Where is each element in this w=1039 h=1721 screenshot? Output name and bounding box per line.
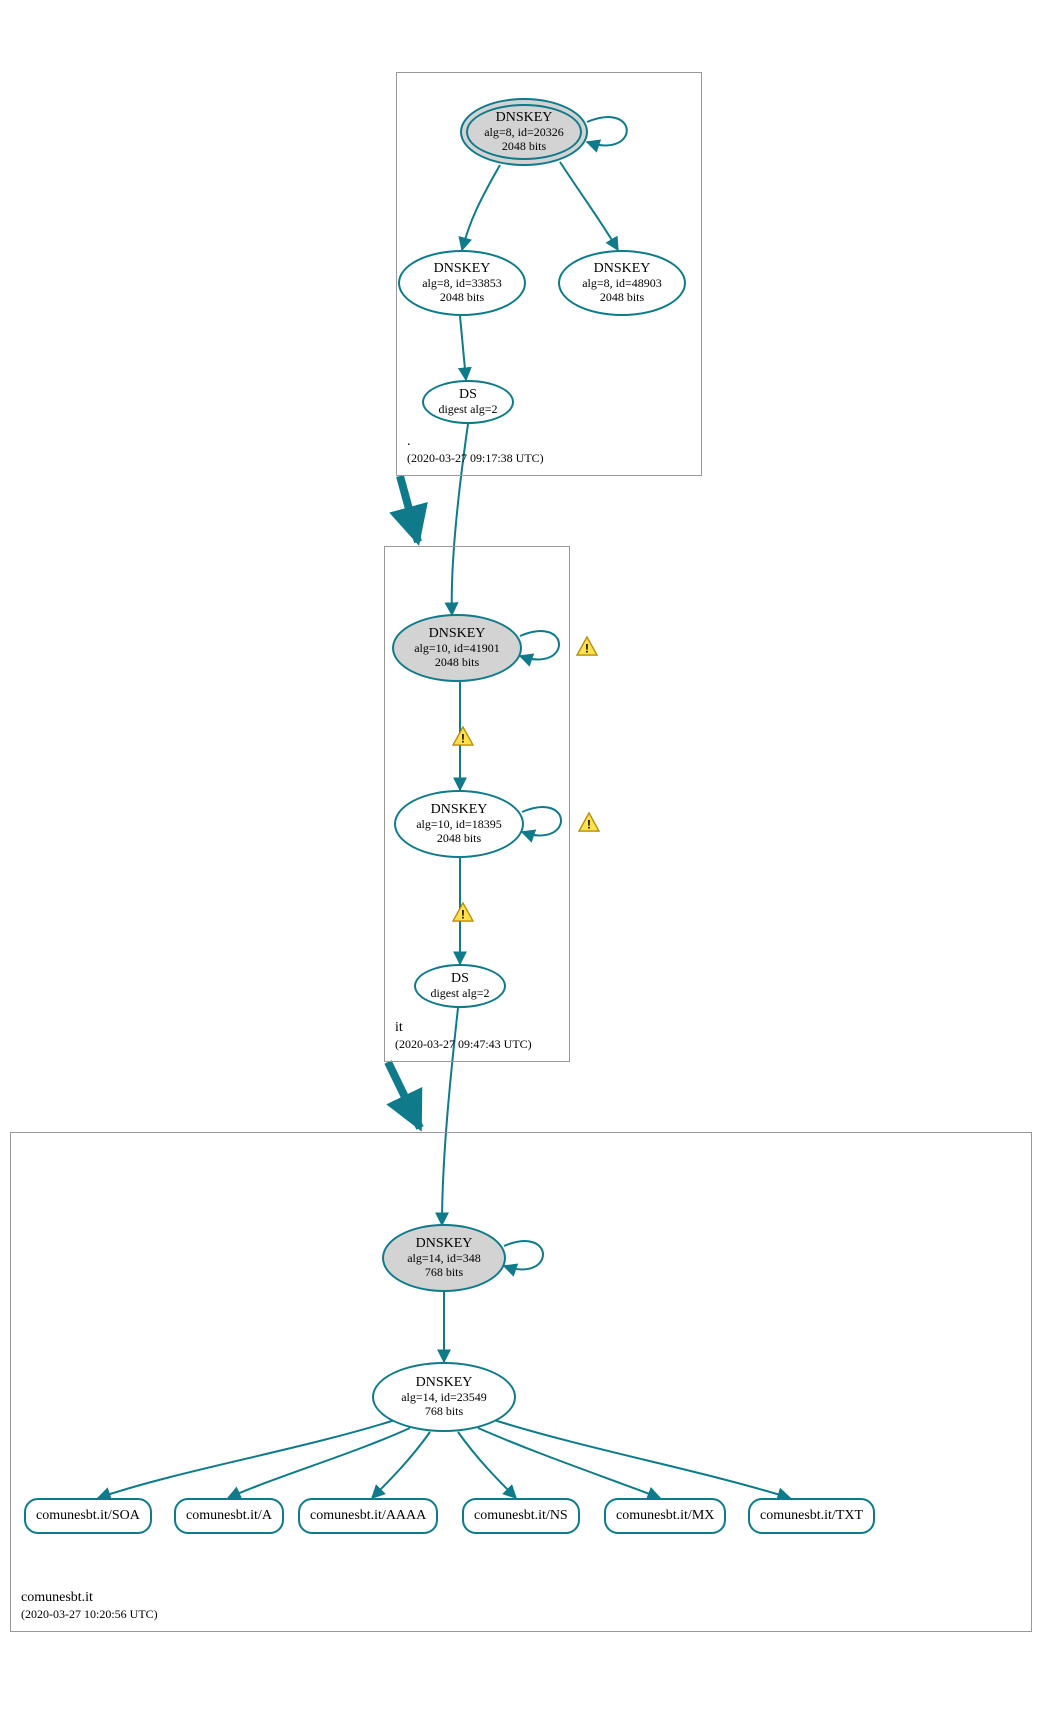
node-sub1: alg=8, id=33853: [422, 277, 502, 291]
node-title: DNSKEY: [434, 261, 491, 277]
node-title: DNSKEY: [416, 1375, 473, 1391]
node-it-ds: DS digest alg=2: [414, 964, 506, 1008]
record-label: comunesbt.it/MX: [616, 1508, 714, 1524]
node-sub2: 768 bits: [425, 1405, 463, 1419]
node-it-zsk: DNSKEY alg=10, id=18395 2048 bits: [394, 790, 524, 858]
node-sub2: 768 bits: [425, 1266, 463, 1280]
node-it-ksk: DNSKEY alg=10, id=41901 2048 bits: [392, 614, 522, 682]
node-sub1: digest alg=2: [430, 987, 489, 1001]
svg-text:!: !: [461, 907, 465, 921]
zone-it-ts: (2020-03-27 09:47:43 UTC): [395, 1037, 532, 1053]
record-aaaa: comunesbt.it/AAAA: [298, 1498, 438, 1534]
node-sub1: alg=10, id=41901: [414, 642, 500, 656]
record-soa: comunesbt.it/SOA: [24, 1498, 152, 1534]
zone-it-name: it: [395, 1019, 532, 1037]
svg-text:!: !: [585, 641, 589, 655]
zone-root-ts: (2020-03-27 09:17:38 UTC): [407, 451, 544, 467]
node-dom-zsk: DNSKEY alg=14, id=23549 768 bits: [372, 1362, 516, 1432]
zone-root-name: .: [407, 433, 544, 451]
node-sub1: digest alg=2: [438, 403, 497, 417]
node-title: DS: [451, 971, 469, 987]
node-root-ksk: DNSKEY alg=8, id=20326 2048 bits: [460, 98, 588, 166]
node-sub2: 2048 bits: [502, 140, 546, 154]
warning-icon: !: [576, 636, 598, 656]
svg-text:!: !: [587, 817, 591, 831]
node-sub1: alg=10, id=18395: [416, 818, 502, 832]
record-label: comunesbt.it/SOA: [36, 1508, 140, 1524]
node-title: DNSKEY: [594, 261, 651, 277]
node-title: DS: [459, 387, 477, 403]
node-sub1: alg=14, id=23549: [401, 1391, 487, 1405]
node-dom-ksk: DNSKEY alg=14, id=348 768 bits: [382, 1224, 506, 1292]
node-sub1: alg=14, id=348: [407, 1252, 481, 1266]
zone-domain-name: comunesbt.it: [21, 1589, 158, 1607]
node-root-extra: DNSKEY alg=8, id=48903 2048 bits: [558, 250, 686, 316]
record-txt: comunesbt.it/TXT: [748, 1498, 875, 1534]
node-sub2: 2048 bits: [437, 832, 481, 846]
record-label: comunesbt.it/AAAA: [310, 1508, 426, 1524]
record-label: comunesbt.it/TXT: [760, 1508, 863, 1524]
node-root-ds: DS digest alg=2: [422, 380, 514, 424]
node-sub2: 2048 bits: [440, 291, 484, 305]
record-label: comunesbt.it/A: [186, 1508, 272, 1524]
zone-domain-ts: (2020-03-27 10:20:56 UTC): [21, 1607, 158, 1623]
record-a: comunesbt.it/A: [174, 1498, 284, 1534]
node-title: DNSKEY: [496, 110, 553, 126]
node-sub2: 2048 bits: [435, 656, 479, 670]
warning-icon: !: [578, 812, 600, 832]
node-title: DNSKEY: [416, 1236, 473, 1252]
node-root-zsk: DNSKEY alg=8, id=33853 2048 bits: [398, 250, 526, 316]
node-title: DNSKEY: [431, 802, 488, 818]
node-sub1: alg=8, id=20326: [484, 126, 564, 140]
zone-domain: comunesbt.it (2020-03-27 10:20:56 UTC): [10, 1132, 1032, 1632]
record-label: comunesbt.it/NS: [474, 1508, 568, 1524]
node-title: DNSKEY: [429, 626, 486, 642]
warning-icon: !: [452, 902, 474, 922]
node-sub2: 2048 bits: [600, 291, 644, 305]
warning-icon: !: [452, 726, 474, 746]
record-mx: comunesbt.it/MX: [604, 1498, 726, 1534]
node-sub1: alg=8, id=48903: [582, 277, 662, 291]
record-ns: comunesbt.it/NS: [462, 1498, 580, 1534]
svg-text:!: !: [461, 731, 465, 745]
